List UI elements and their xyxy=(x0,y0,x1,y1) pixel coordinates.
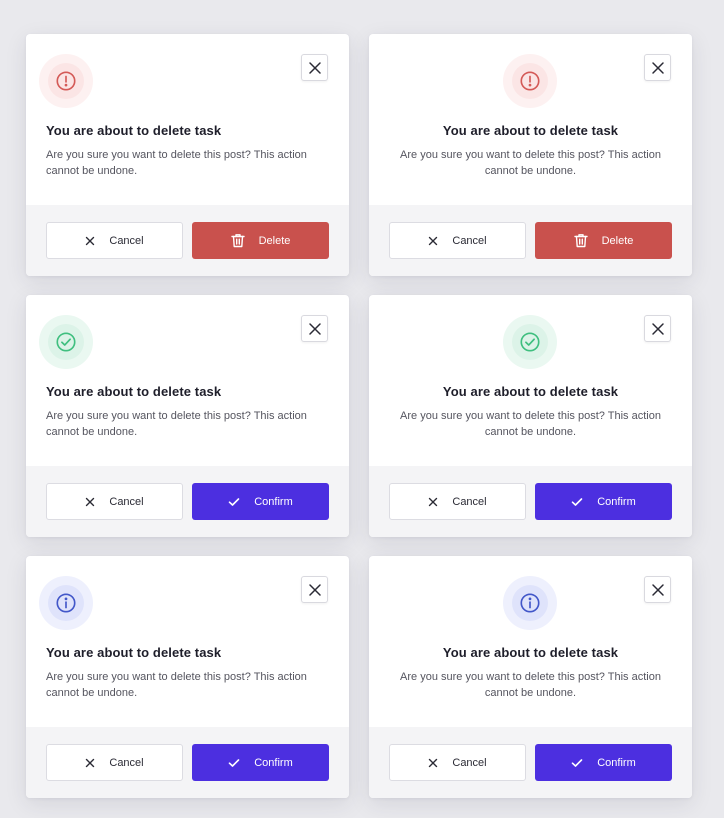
delete-dialog-centered: You are about to delete task Are you sur… xyxy=(369,34,692,276)
dialog-title: You are about to delete task xyxy=(442,123,619,138)
alert-circle-icon xyxy=(520,71,540,91)
delete-dialog-left: You are about to delete task Are you sur… xyxy=(26,34,349,276)
dialog-title: You are about to delete task xyxy=(46,123,222,138)
confirm-dialog-info-centered: You are about to delete task Are you sur… xyxy=(369,556,692,798)
cancel-label: Cancel xyxy=(109,756,144,769)
dialog-title: You are about to delete task xyxy=(442,645,619,660)
confirm-label: Confirm xyxy=(254,495,293,508)
cancel-label: Cancel xyxy=(452,234,487,247)
alert-badge xyxy=(39,54,93,108)
cancel-label: Cancel xyxy=(109,495,144,508)
close-icon xyxy=(86,236,95,245)
close-icon xyxy=(308,583,321,596)
delete-label: Delete xyxy=(258,234,291,247)
close-icon xyxy=(429,236,438,245)
close-button[interactable] xyxy=(301,54,328,81)
close-icon xyxy=(86,758,95,767)
trash-icon xyxy=(230,234,245,248)
confirm-dialog-success-left: You are about to delete task Are you sur… xyxy=(26,295,349,537)
cancel-button[interactable]: Cancel xyxy=(46,222,183,259)
success-badge xyxy=(503,315,557,369)
info-circle-icon xyxy=(520,593,540,613)
cancel-button[interactable]: Cancel xyxy=(46,483,183,520)
check-circle-icon xyxy=(520,332,540,352)
info-badge xyxy=(503,576,557,630)
close-button[interactable] xyxy=(301,576,328,603)
confirm-dialog-info-left: You are about to delete task Are you sur… xyxy=(26,556,349,798)
dialog-message: Are you sure you want to delete this pos… xyxy=(46,671,307,699)
dialog-message: Are you sure you want to delete this pos… xyxy=(46,149,307,177)
dialog-message: Are you sure you want to delete this pos… xyxy=(400,410,661,438)
check-icon xyxy=(228,497,240,506)
close-button[interactable] xyxy=(644,576,671,603)
cancel-button[interactable]: Cancel xyxy=(389,744,526,781)
close-button[interactable] xyxy=(301,315,328,342)
check-icon xyxy=(571,497,583,506)
dialog-footer: Cancel Confirm xyxy=(369,727,692,798)
confirm-button[interactable]: Confirm xyxy=(192,744,329,781)
cancel-label: Cancel xyxy=(452,495,487,508)
dialog-footer: Cancel Confirm xyxy=(26,466,349,537)
delete-label: Delete xyxy=(601,234,634,247)
dialog-footer: Cancel Confirm xyxy=(26,727,349,798)
success-badge xyxy=(39,315,93,369)
confirm-button[interactable]: Confirm xyxy=(535,483,672,520)
dialog-title: You are about to delete task xyxy=(442,384,619,399)
close-button[interactable] xyxy=(644,54,671,81)
close-icon xyxy=(308,61,321,74)
close-button[interactable] xyxy=(644,315,671,342)
close-icon xyxy=(308,322,321,335)
check-circle-icon xyxy=(56,332,76,352)
close-icon xyxy=(429,497,438,506)
confirm-button[interactable]: Confirm xyxy=(535,744,672,781)
delete-button[interactable]: Delete xyxy=(535,222,672,259)
dialog-title: You are about to delete task xyxy=(46,384,222,399)
alert-circle-icon xyxy=(56,71,76,91)
info-badge xyxy=(39,576,93,630)
delete-button[interactable]: Delete xyxy=(192,222,329,259)
cancel-button[interactable]: Cancel xyxy=(46,744,183,781)
dialog-title: You are about to delete task xyxy=(46,645,222,660)
confirm-label: Confirm xyxy=(597,756,636,769)
dialog-footer: Cancel Confirm xyxy=(369,466,692,537)
confirm-dialog-success-centered: You are about to delete task Are you sur… xyxy=(369,295,692,537)
close-icon xyxy=(429,758,438,767)
dialog-message: Are you sure you want to delete this pos… xyxy=(46,410,307,438)
dialog-message: Are you sure you want to delete this pos… xyxy=(400,149,661,177)
trash-icon xyxy=(573,234,588,248)
dialog-footer: Cancel Delete xyxy=(26,205,349,276)
close-icon xyxy=(651,583,664,596)
check-icon xyxy=(571,758,583,767)
close-icon xyxy=(651,61,664,74)
dialog-message: Are you sure you want to delete this pos… xyxy=(400,671,661,699)
close-icon xyxy=(86,497,95,506)
confirm-button[interactable]: Confirm xyxy=(192,483,329,520)
cancel-label: Cancel xyxy=(452,756,487,769)
check-icon xyxy=(228,758,240,767)
cancel-label: Cancel xyxy=(109,234,144,247)
cancel-button[interactable]: Cancel xyxy=(389,222,526,259)
confirm-label: Confirm xyxy=(597,495,636,508)
confirm-label: Confirm xyxy=(254,756,293,769)
alert-badge xyxy=(503,54,557,108)
dialog-footer: Cancel Delete xyxy=(369,205,692,276)
close-icon xyxy=(651,322,664,335)
info-circle-icon xyxy=(56,593,76,613)
cancel-button[interactable]: Cancel xyxy=(389,483,526,520)
